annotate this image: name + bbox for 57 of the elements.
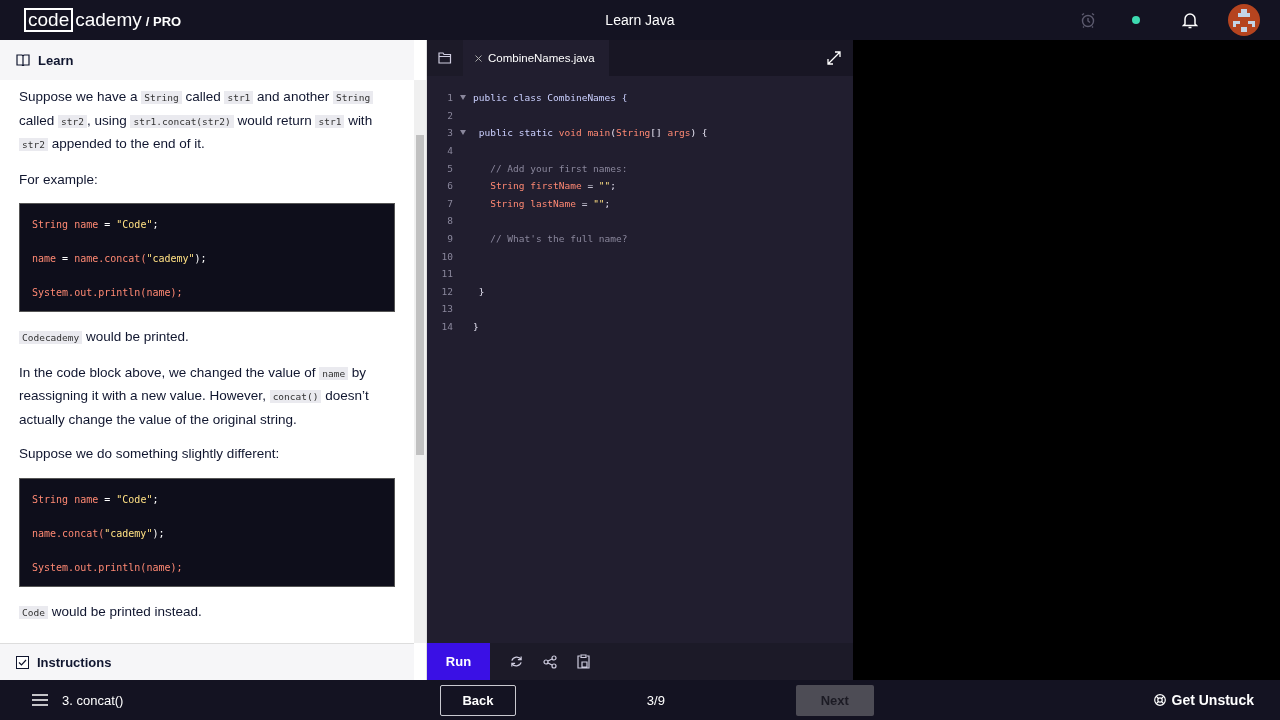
line-number: 9 <box>446 233 453 245</box>
code-line: String lastName = ""; <box>489 197 611 209</box>
page-title: Learn Java <box>605 12 675 28</box>
line-number: 11 <box>440 268 453 280</box>
line-number: 6 <box>446 180 453 192</box>
avatar-icon[interactable] <box>1228 4 1260 36</box>
checkbox[interactable] <box>16 655 29 669</box>
code-block: String name = "Code"; name = name.concat("cademy"); System.out.println(name); <box>19 203 395 312</box>
code-line: // What's the full name? <box>489 233 628 245</box>
lesson-paragraph: Code would be printed instead. <box>19 600 395 624</box>
line-number: 10 <box>440 250 453 262</box>
panel-title: Learn <box>38 52 74 68</box>
book-icon <box>16 54 30 66</box>
line-number: 14 <box>440 321 453 332</box>
expand-icon[interactable] <box>827 51 841 65</box>
logo[interactable]: code cademy / PRO <box>24 8 182 32</box>
refresh-icon[interactable] <box>510 655 523 668</box>
code-line: } <box>473 321 479 332</box>
line-number: 4 <box>446 145 453 157</box>
code-line: public static void main(String[] args) { <box>477 127 708 139</box>
line-number: 5 <box>446 162 453 174</box>
lesson-paragraph: Codecademy would be printed. <box>19 326 395 350</box>
file-tab[interactable]: CombineNames.java <box>463 40 609 76</box>
lesson-paragraph: In the code block above, we changed the value of name by reassigning it with a new value. However, concat() doesn’t actually change the value of the original string. <box>19 363 370 429</box>
code-line: } <box>477 285 485 297</box>
code-line: // Add your first names: <box>489 162 628 174</box>
line-number: 7 <box>446 197 453 209</box>
line-number: 3 <box>446 127 453 139</box>
lesson-paragraph: Suppose we have a String called str1 and another String called str2 , using str1.concat(str2) would return str1 with str2 appended to the end of it. <box>19 88 375 153</box>
lesson-paragraph: For example: <box>19 170 99 189</box>
menu-icon[interactable] <box>32 694 48 706</box>
fold-arrow-icon[interactable] <box>460 130 466 136</box>
back-button[interactable]: Back <box>440 684 516 716</box>
clipboard-icon[interactable] <box>577 654 590 669</box>
instructions-label[interactable]: Instructions <box>37 654 112 670</box>
progress-counter: 3/9 <box>645 692 666 708</box>
notification-bell-icon[interactable] <box>1182 11 1198 29</box>
share-icon[interactable] <box>543 654 557 669</box>
code-block: String name = "Code"; name.concat("cademy"); System.out.println(name); <box>19 477 395 587</box>
line-number: 2 <box>446 109 453 121</box>
lifebuoy-icon <box>1153 694 1166 706</box>
line-number: 1 <box>446 92 453 104</box>
alarm-clock-icon[interactable] <box>1080 12 1096 28</box>
line-number: 8 <box>446 215 453 227</box>
line-number: 13 <box>440 303 453 315</box>
code-line: String firstName = ""; <box>489 180 617 192</box>
run-button[interactable]: Run <box>427 643 490 680</box>
folder-icon[interactable] <box>438 52 452 64</box>
line-number: 12 <box>440 285 453 297</box>
lesson-title: 3. concat() <box>62 692 124 708</box>
scrollbar[interactable] <box>414 80 426 643</box>
code-line: public class CombineNames { <box>473 92 628 104</box>
status-dot-icon <box>1132 16 1140 24</box>
get-unstuck-button[interactable]: Get Unstuck <box>1153 692 1254 708</box>
lesson-paragraph: Suppose we do something slightly different: <box>19 445 281 463</box>
fold-arrow-icon[interactable] <box>460 95 466 101</box>
close-icon[interactable] <box>475 54 482 62</box>
